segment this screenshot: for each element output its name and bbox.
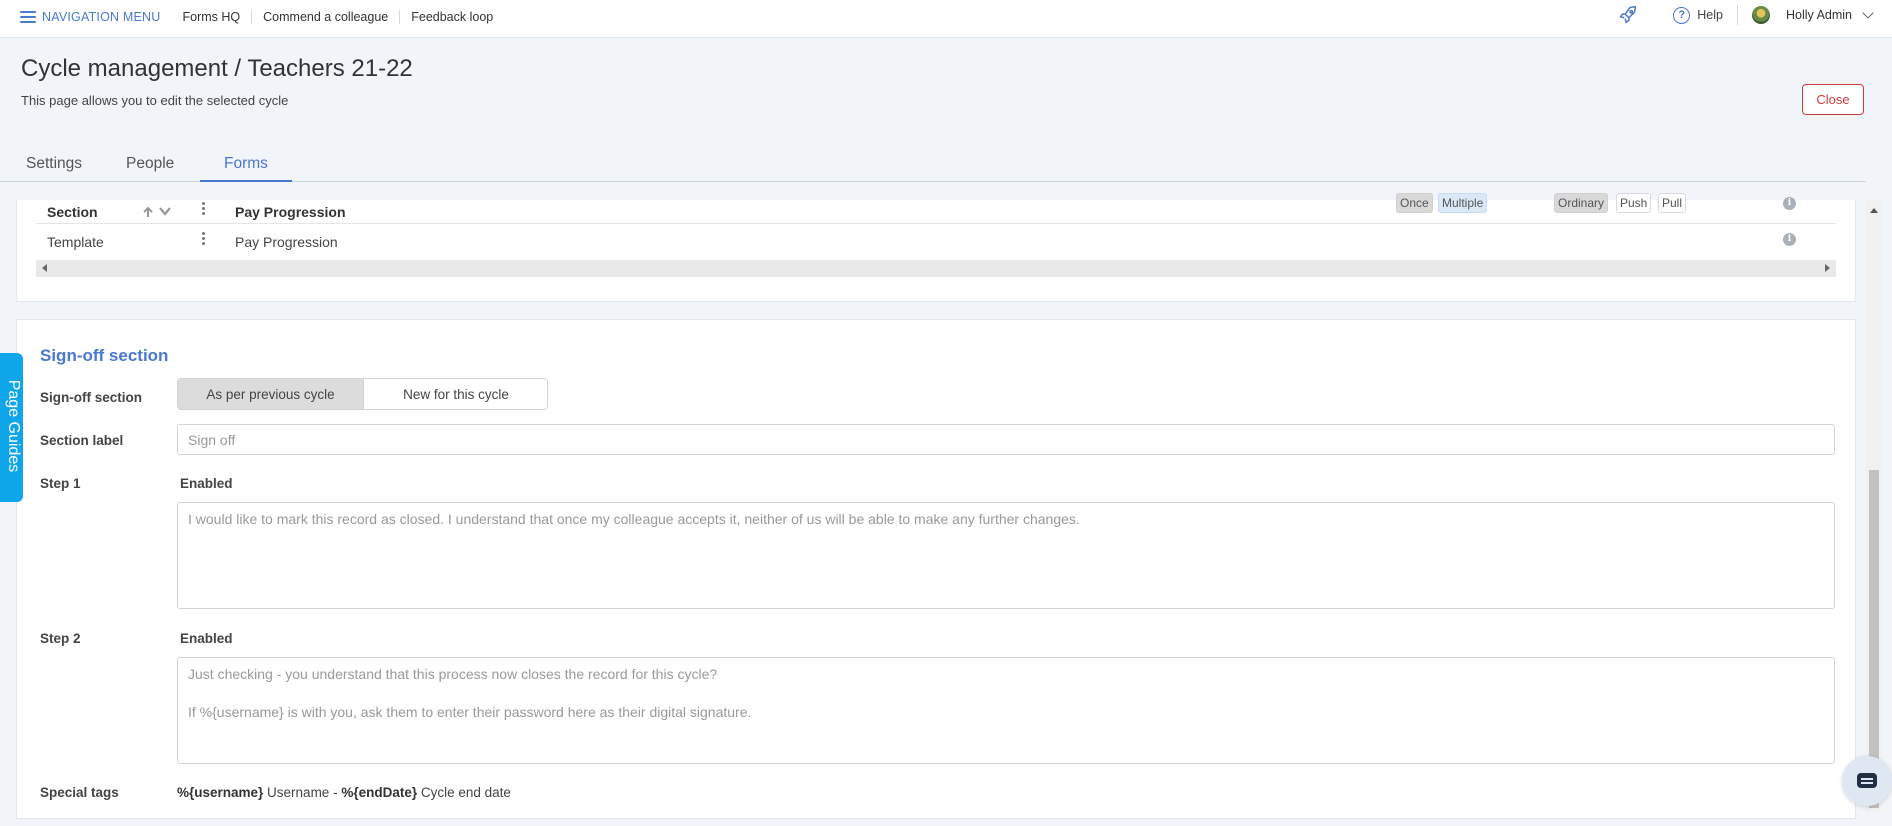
new-for-this-cycle-button[interactable]: New for this cycle <box>364 379 547 409</box>
column-header-form: Pay Progression <box>235 204 346 220</box>
tag-username-desc: Username - <box>263 785 342 800</box>
tab-forms[interactable]: Forms <box>200 155 292 182</box>
option-push[interactable]: Push <box>1616 193 1652 213</box>
help-link[interactable]: Help <box>1697 8 1723 22</box>
page-guides-tab[interactable]: Page Guides <box>0 353 23 502</box>
step2-textarea[interactable]: Just checking - you understand that this… <box>177 657 1835 764</box>
tag-end-date-desc: Cycle end date <box>417 785 511 800</box>
close-button[interactable]: Close <box>1802 84 1864 115</box>
chat-button[interactable] <box>1842 756 1892 806</box>
user-name[interactable]: Holly Admin <box>1786 8 1852 22</box>
page-title: Cycle management / Teachers 21-22 <box>21 55 413 82</box>
scroll-up-arrow-icon[interactable] <box>1870 208 1878 213</box>
nav-link-commend-colleague[interactable]: Commend a colleague <box>251 9 399 24</box>
tag-username: %{username} <box>177 785 264 800</box>
row-type: Template <box>47 234 104 250</box>
tab-people[interactable]: People <box>126 155 174 182</box>
rocket-icon[interactable] <box>1617 4 1639 26</box>
table-header-row: Section Pay Progression Once Multiple Or… <box>36 193 1836 224</box>
signoff-section-title: Sign-off section <box>40 346 169 365</box>
help-icon[interactable]: ? <box>1673 6 1691 24</box>
section-label-field-label: Section label <box>40 433 124 448</box>
step1-textarea[interactable]: I would like to mark this record as clos… <box>177 502 1835 609</box>
row-form-name: Pay Progression <box>235 234 338 250</box>
page-guides-label: Page Guides <box>5 379 22 473</box>
scroll-left-arrow-icon[interactable] <box>42 264 47 272</box>
column-header-section: Section <box>47 204 98 220</box>
section-label-input[interactable]: Sign off <box>177 424 1835 455</box>
avatar[interactable] <box>1752 6 1770 24</box>
kebab-menu-icon[interactable] <box>202 232 205 247</box>
sort-arrows-icon[interactable] <box>142 206 172 218</box>
page-subtitle: This page allows you to edit the selecte… <box>21 93 289 108</box>
option-pull[interactable]: Pull <box>1658 193 1687 213</box>
option-once[interactable]: Once <box>1396 193 1433 213</box>
signoff-section-label: Sign-off section <box>40 390 142 405</box>
signoff-mode-toggle: As per previous cycle New for this cycle <box>177 378 548 410</box>
step2-text-line2: If %{username} is with you, ask them to … <box>188 704 752 720</box>
special-tags-label: Special tags <box>40 785 119 800</box>
chevron-down-icon[interactable] <box>1862 7 1874 19</box>
option-ordinary[interactable]: Ordinary <box>1554 193 1609 213</box>
top-nav-bar: NAVIGATION MENU Forms HQ Commend a colle… <box>0 0 1892 38</box>
tab-bar: Settings People Forms <box>0 150 1866 182</box>
step1-label: Step 1 <box>40 476 81 491</box>
step1-status: Enabled <box>180 476 233 491</box>
scroll-right-arrow-icon[interactable] <box>1825 264 1830 272</box>
navigation-menu-button[interactable]: NAVIGATION MENU <box>42 10 161 24</box>
step2-status: Enabled <box>180 631 233 646</box>
step2-text-line1: Just checking - you understand that this… <box>188 666 718 682</box>
kebab-menu-icon[interactable] <box>202 202 205 217</box>
special-tags-list: %{username} Username - %{endDate} Cycle … <box>177 785 511 800</box>
as-per-previous-cycle-button[interactable]: As per previous cycle <box>178 379 364 409</box>
info-icon[interactable]: i <box>1783 233 1796 246</box>
horizontal-scrollbar[interactable] <box>36 260 1836 277</box>
tag-end-date: %{endDate} <box>341 785 418 800</box>
table-row: Template Pay Progression i <box>36 225 1836 261</box>
nav-divider <box>1737 5 1738 25</box>
chat-icon <box>1857 773 1877 788</box>
info-icon[interactable]: i <box>1783 197 1796 210</box>
option-multiple[interactable]: Multiple <box>1438 193 1488 213</box>
hamburger-menu-icon[interactable] <box>20 10 36 23</box>
nav-link-forms-hq[interactable]: Forms HQ <box>183 10 252 24</box>
vertical-scrollbar[interactable] <box>1866 200 1882 812</box>
section-label-placeholder: Sign off <box>188 432 236 448</box>
tab-settings[interactable]: Settings <box>26 155 82 182</box>
step2-label: Step 2 <box>40 631 81 646</box>
nav-link-feedback-loop[interactable]: Feedback loop <box>399 9 504 24</box>
step1-text: I would like to mark this record as clos… <box>188 511 1080 527</box>
